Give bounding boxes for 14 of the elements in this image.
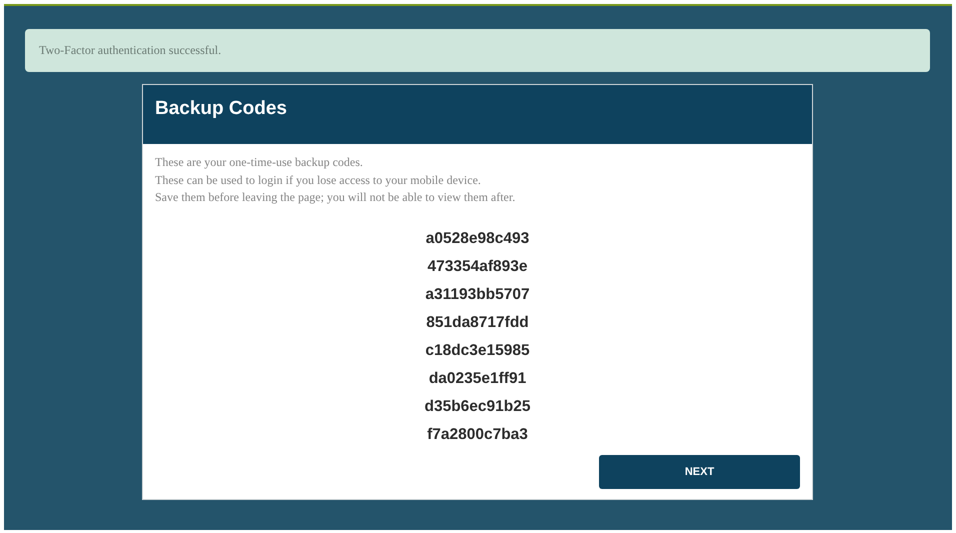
- intro-text: These are your one-time-use backup codes.: [155, 154, 364, 171]
- intro-text: These can be used to login if you lose access to your mobile device.: [155, 172, 482, 189]
- backup-code: f7a2800c7ba3: [427, 424, 528, 444]
- backup-code: a31193bb5707: [425, 284, 530, 304]
- next-button[interactable]: NEXT: [599, 454, 800, 488]
- intro-text: Save them before leaving the page; you will not be able to view them after.: [155, 189, 516, 206]
- success-alert: Two-Factor authentication successful.: [25, 29, 930, 72]
- backup-code: a0528e98c493: [426, 228, 530, 248]
- backup-code: d35b6ec91b25: [424, 396, 530, 416]
- backup-code: 473354af893e: [428, 256, 528, 276]
- backup-code: da0235e1ff91: [428, 368, 526, 388]
- card-title: Backup Codes: [155, 98, 287, 120]
- backup-code: c18dc3e15985: [425, 340, 530, 360]
- backup-code: 851da8717fdd: [426, 312, 529, 332]
